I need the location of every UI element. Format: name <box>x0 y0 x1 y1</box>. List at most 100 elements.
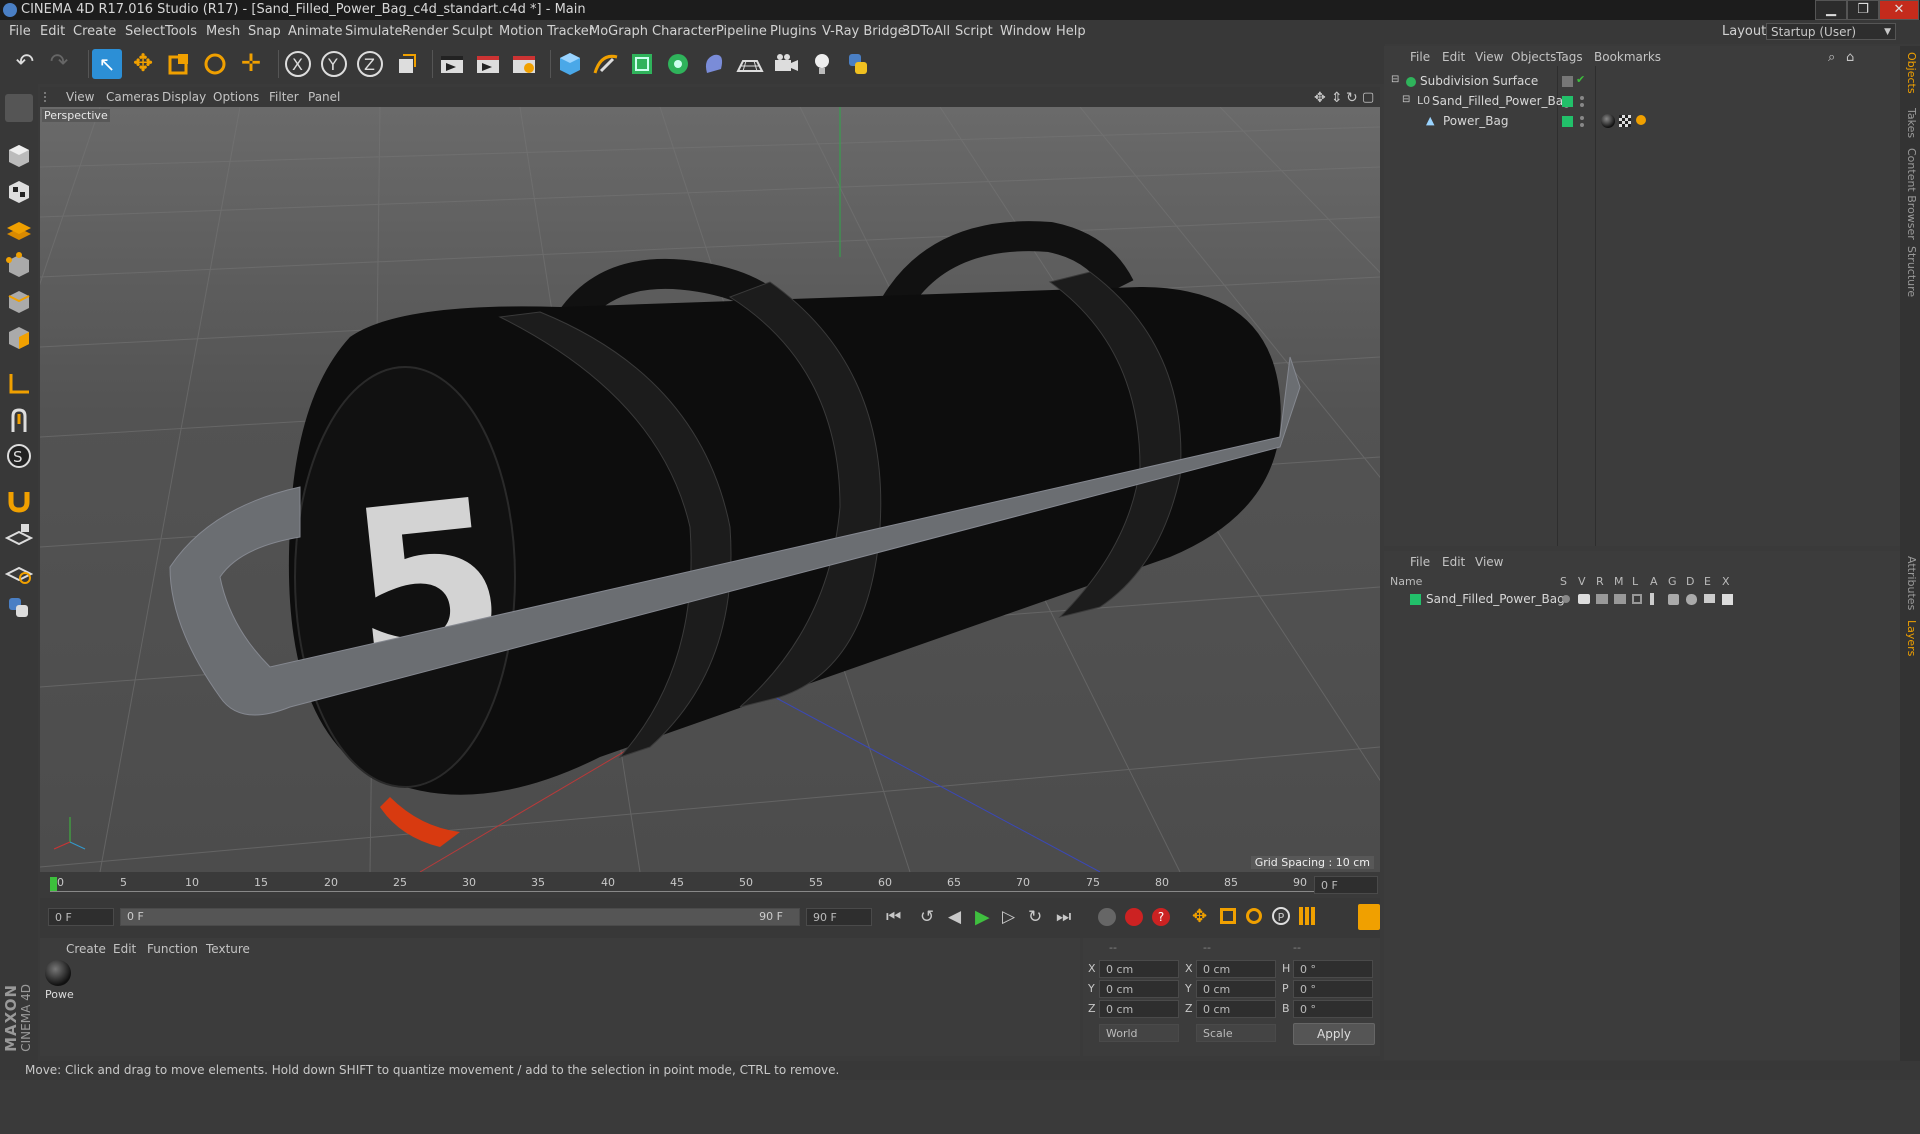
go-to-end-icon[interactable]: ⏭ <box>1056 907 1071 927</box>
go-to-start-icon[interactable]: ⏮ <box>886 907 901 927</box>
column-generators[interactable]: G <box>1668 575 1677 588</box>
viewport-menu-cameras[interactable]: Cameras <box>106 90 159 104</box>
view-toggle-icon[interactable] <box>1578 594 1590 604</box>
camera-icon[interactable] <box>771 49 801 79</box>
tab-content-browser[interactable]: Content Browser <box>1902 148 1918 240</box>
tab-structure[interactable]: Structure <box>1902 246 1918 297</box>
key-rotation-icon[interactable] <box>1246 908 1262 924</box>
generator-toggle-icon[interactable] <box>1668 594 1679 605</box>
floor-grid-icon[interactable] <box>735 49 765 79</box>
column-locked[interactable]: L <box>1632 575 1638 588</box>
timeline-ruler[interactable]: 0 5 10 15 20 25 30 35 40 45 50 55 60 65 … <box>40 874 1380 896</box>
column-deformers[interactable]: D <box>1686 575 1694 588</box>
menu-pipeline[interactable]: Pipeline <box>716 24 767 39</box>
tab-layers[interactable]: Layers <box>1902 620 1918 656</box>
tab-attributes[interactable]: Attributes <box>1902 556 1918 610</box>
range-slider[interactable]: 0 F 90 F <box>120 908 800 926</box>
viewport-menu-filter[interactable]: Filter <box>269 90 299 104</box>
menu-mesh[interactable]: Mesh <box>206 24 240 39</box>
visibility-dot-icon[interactable] <box>1580 116 1584 120</box>
column-animation[interactable]: A <box>1650 575 1658 588</box>
zoom-view-icon[interactable]: ⇕ <box>1331 90 1343 106</box>
key-position-icon[interactable]: ✥ <box>1192 906 1207 927</box>
deformer-icon[interactable] <box>699 49 729 79</box>
next-frame-icon[interactable]: ▷ <box>1002 907 1015 927</box>
menu-help[interactable]: Help <box>1056 24 1086 39</box>
enabled-check-icon[interactable]: ✔ <box>1576 73 1585 86</box>
redo-icon[interactable]: ↷ <box>44 49 74 79</box>
transform-tool-icon[interactable]: ✛ <box>236 49 266 79</box>
rot-b-field[interactable]: 0 ° <box>1293 1000 1373 1018</box>
undo-icon[interactable]: ↶ <box>10 49 40 79</box>
material-menu-create[interactable]: Create <box>66 942 106 956</box>
column-render[interactable]: R <box>1596 575 1604 588</box>
render-settings-icon[interactable] <box>509 49 539 79</box>
model-mode-icon[interactable] <box>5 142 33 170</box>
menu-vray-bridge[interactable]: V-Ray Bridge <box>822 24 906 39</box>
column-expressions[interactable]: E <box>1704 575 1711 588</box>
viewport-menu-panel[interactable]: Panel <box>308 90 340 104</box>
3d-viewport[interactable]: 5 Perspective Grid Spacing : 10 cm <box>40 107 1380 872</box>
maximize-button[interactable]: ❐ <box>1847 0 1879 20</box>
column-view[interactable]: V <box>1578 575 1586 588</box>
menu-edit[interactable]: Edit <box>40 24 65 39</box>
make-editable-icon[interactable] <box>5 94 33 122</box>
minimize-button[interactable]: ▁ <box>1815 0 1847 20</box>
phong-tag-icon[interactable] <box>1636 115 1646 125</box>
material-menu-edit[interactable]: Edit <box>113 942 136 956</box>
render-dot-icon[interactable] <box>1580 123 1584 127</box>
texture-tag-icon[interactable] <box>1619 115 1631 127</box>
objects-menu-edit[interactable]: Edit <box>1442 50 1465 64</box>
menu-create[interactable]: Create <box>73 24 116 39</box>
menu-3dtoall[interactable]: 3DToAll <box>902 24 950 39</box>
size-x-field[interactable]: 0 cm <box>1196 960 1276 978</box>
render-view-icon[interactable] <box>437 49 467 79</box>
subdivision-surface-icon[interactable] <box>627 49 657 79</box>
menu-render[interactable]: Render <box>402 24 448 39</box>
workplane-mode-icon[interactable] <box>5 214 33 242</box>
solo-toggle-icon[interactable] <box>1562 595 1570 603</box>
key-pla-icon[interactable] <box>1299 907 1317 925</box>
menu-mograph[interactable]: MoGraph <box>589 24 648 39</box>
menu-character[interactable]: Character <box>652 24 716 39</box>
objects-menu-file[interactable]: File <box>1410 50 1430 64</box>
tab-objects[interactable]: Objects <box>1902 52 1918 94</box>
layers-menu-file[interactable]: File <box>1410 555 1430 569</box>
search-icon[interactable]: ⌕ <box>1828 50 1835 65</box>
edges-mode-icon[interactable] <box>5 288 33 316</box>
pos-z-field[interactable]: 0 cm <box>1099 1000 1179 1018</box>
timeline-window-icon[interactable] <box>1358 904 1380 930</box>
objects-menu-bookmarks[interactable]: Bookmarks <box>1594 50 1661 64</box>
xref-toggle-icon[interactable] <box>1722 594 1733 605</box>
texture-mode-icon[interactable] <box>5 178 33 206</box>
menu-animate[interactable]: Animate <box>288 24 342 39</box>
objects-menu-objects[interactable]: Objects <box>1511 50 1556 64</box>
playhead[interactable] <box>50 877 57 891</box>
rotate-tool-icon[interactable] <box>200 49 230 79</box>
rot-p-field[interactable]: 0 ° <box>1293 980 1373 998</box>
light-icon[interactable] <box>807 49 837 79</box>
material-swatch[interactable]: Powe <box>43 960 74 1008</box>
coordinate-mode-dropdown[interactable]: Scale <box>1196 1024 1276 1042</box>
object-row[interactable]: ⊟ L0 Sand_Filled_Power_Bag <box>1384 93 1900 111</box>
rotate-view-icon[interactable]: ↻ <box>1346 90 1358 106</box>
end-frame-field[interactable]: 90 F <box>806 908 872 926</box>
magnet-icon[interactable] <box>5 486 33 514</box>
x-axis-lock-icon[interactable]: X <box>283 49 313 79</box>
drag-handle-icon[interactable] <box>44 92 54 102</box>
pos-y-field[interactable]: 0 cm <box>1099 980 1179 998</box>
autokey-off-icon[interactable] <box>1098 908 1116 926</box>
python-script-icon[interactable] <box>5 594 33 622</box>
live-selection-icon[interactable]: ↖ <box>92 49 122 79</box>
column-manager[interactable]: M <box>1614 575 1624 588</box>
key-parameter-icon[interactable]: P <box>1272 907 1290 925</box>
layer-color-swatch[interactable] <box>1410 594 1421 605</box>
current-frame-field[interactable]: 0 F <box>1314 876 1378 894</box>
viewport-menu-view[interactable]: View <box>66 90 94 104</box>
material-menu-function[interactable]: Function <box>147 942 198 956</box>
python-icon[interactable] <box>843 49 873 79</box>
menu-window[interactable]: Window <box>1000 24 1051 39</box>
menu-select[interactable]: Select <box>125 24 165 39</box>
z-axis-lock-icon[interactable]: Z <box>355 49 385 79</box>
previous-key-icon[interactable]: ↺ <box>920 907 934 927</box>
